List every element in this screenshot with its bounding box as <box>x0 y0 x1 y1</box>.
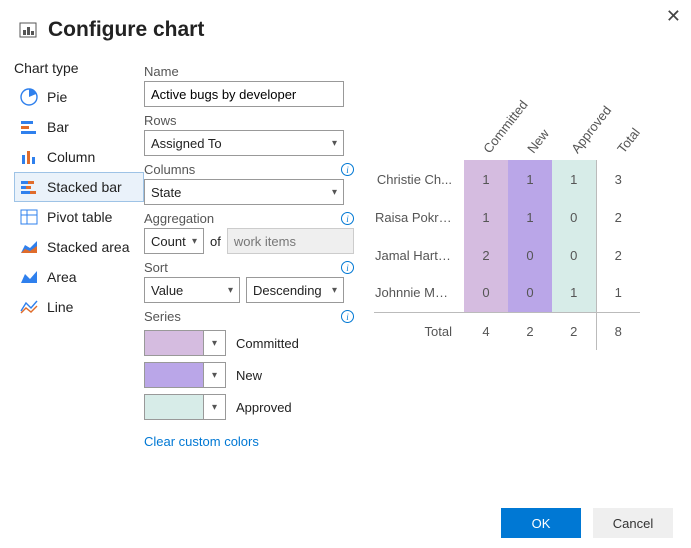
columns-label: Columns <box>144 162 195 177</box>
chart-type-label: Pie <box>47 89 67 105</box>
pivot-cell: 1 <box>508 160 552 198</box>
info-icon[interactable]: i <box>341 310 354 323</box>
series-label: Series <box>144 309 181 324</box>
chevron-down-icon: ▾ <box>228 285 233 296</box>
column-icon <box>19 147 39 167</box>
pivot-total-cell: 2 <box>552 312 596 350</box>
chart-type-area[interactable]: Area <box>14 262 144 292</box>
pivot-cell: 2 <box>464 236 508 274</box>
sort-label: Sort <box>144 260 168 275</box>
pivot-row-label: Christie Ch... <box>374 160 464 198</box>
chart-type-pie[interactable]: Pie <box>14 82 144 112</box>
pivot-cell: 3 <box>596 160 640 198</box>
aggregation-select[interactable]: Count▾ <box>144 228 204 254</box>
chart-type-label: Pivot table <box>47 209 112 225</box>
stacked-area-icon <box>19 237 39 257</box>
clear-custom-colors-link[interactable]: Clear custom colors <box>144 434 354 449</box>
chart-type-label: Bar <box>47 119 69 135</box>
chart-icon <box>18 20 38 40</box>
chevron-down-icon: ▾ <box>203 331 225 355</box>
pivot-cell: 1 <box>552 160 596 198</box>
chevron-down-icon: ▾ <box>203 363 225 387</box>
chart-type-stacked-bar[interactable]: Stacked bar <box>14 172 144 202</box>
info-icon[interactable]: i <box>341 163 354 176</box>
name-label: Name <box>144 64 179 79</box>
aggregation-units: work items <box>227 228 354 254</box>
chart-type-stacked-area[interactable]: Stacked area <box>14 232 144 262</box>
bar-icon <box>19 117 39 137</box>
pie-icon <box>19 87 39 107</box>
color-swatch <box>145 331 203 355</box>
pivot-col-header: Total <box>614 125 643 156</box>
chart-type-header: Chart type <box>14 60 144 76</box>
pivot-col-header: New <box>524 126 552 156</box>
pivot-col-header: Committed <box>480 97 531 156</box>
aggregation-label: Aggregation <box>144 211 214 226</box>
cancel-button[interactable]: Cancel <box>593 508 673 538</box>
chart-type-line[interactable]: Line <box>14 292 144 322</box>
area-icon <box>19 267 39 287</box>
line-icon <box>19 297 39 317</box>
pivot-preview: CommittedNewApprovedTotal Christie Ch...… <box>374 90 691 350</box>
color-swatch <box>145 363 203 387</box>
ok-button[interactable]: OK <box>501 508 581 538</box>
pivot-cell: 0 <box>508 274 552 312</box>
pivot-col-header: Approved <box>568 103 614 156</box>
chevron-down-icon: ▾ <box>332 285 337 296</box>
chart-type-label: Stacked bar <box>47 179 122 195</box>
pivot-cell: 0 <box>552 198 596 236</box>
pivot-cell: 1 <box>508 198 552 236</box>
rows-select[interactable]: Assigned To▾ <box>144 130 344 156</box>
info-icon[interactable]: i <box>341 261 354 274</box>
pivot-total-label: Total <box>374 312 464 350</box>
pivot-cell: 1 <box>552 274 596 312</box>
chevron-down-icon: ▾ <box>332 187 337 198</box>
pivot-cell: 1 <box>464 198 508 236</box>
info-icon[interactable]: i <box>341 212 354 225</box>
series-name: Approved <box>236 400 292 415</box>
pivot-cell: 2 <box>596 198 640 236</box>
sort-by-select[interactable]: Value▾ <box>144 277 240 303</box>
rows-label: Rows <box>144 113 177 128</box>
sort-dir-select[interactable]: Descending▾ <box>246 277 344 303</box>
dialog-header: Configure chart <box>0 0 691 50</box>
dialog-title: Configure chart <box>48 18 204 42</box>
pivot-row-label: Johnnie McL... <box>374 274 464 312</box>
chevron-down-icon: ▾ <box>332 138 337 149</box>
chart-type-label: Area <box>47 269 77 285</box>
pivot-table-icon <box>19 207 39 227</box>
chart-type-column[interactable]: Column <box>14 142 144 172</box>
pivot-cell: 1 <box>596 274 640 312</box>
color-swatch <box>145 395 203 419</box>
pivot-cell: 0 <box>552 236 596 274</box>
pivot-total-cell: 4 <box>464 312 508 350</box>
chevron-down-icon: ▾ <box>192 236 197 247</box>
series-color-select-0[interactable]: ▾ <box>144 330 226 356</box>
pivot-row-label: Jamal Hartn... <box>374 236 464 274</box>
columns-select[interactable]: State▾ <box>144 179 344 205</box>
name-input[interactable] <box>144 81 344 107</box>
pivot-total-cell: 8 <box>596 312 640 350</box>
stacked-bar-icon <box>19 177 39 197</box>
chart-type-label: Column <box>47 149 95 165</box>
series-name: New <box>236 368 262 383</box>
chart-type-label: Line <box>47 299 73 315</box>
chevron-down-icon: ▾ <box>203 395 225 419</box>
aggregate-of: of <box>210 234 221 249</box>
close-icon[interactable]: ✕ <box>666 6 681 27</box>
pivot-cell: 0 <box>464 274 508 312</box>
pivot-cell: 2 <box>596 236 640 274</box>
chart-type-label: Stacked area <box>47 239 130 255</box>
series-name: Committed <box>236 336 299 351</box>
pivot-cell: 0 <box>508 236 552 274</box>
pivot-total-cell: 2 <box>508 312 552 350</box>
series-color-select-1[interactable]: ▾ <box>144 362 226 388</box>
chart-type-pivot-table[interactable]: Pivot table <box>14 202 144 232</box>
pivot-row-label: Raisa Pokro... <box>374 198 464 236</box>
series-color-select-2[interactable]: ▾ <box>144 394 226 420</box>
chart-type-bar[interactable]: Bar <box>14 112 144 142</box>
pivot-cell: 1 <box>464 160 508 198</box>
